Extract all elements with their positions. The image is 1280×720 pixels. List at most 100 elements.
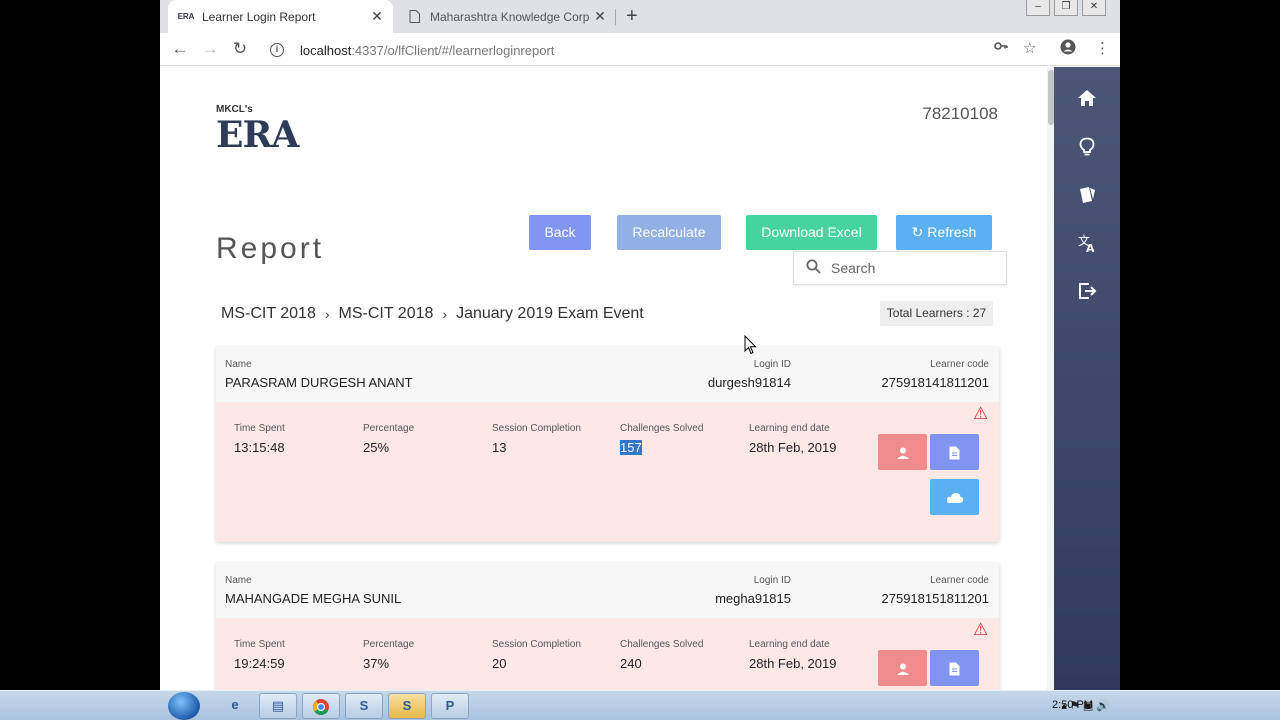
chrome-icon[interactable] (302, 693, 340, 719)
windows-start-button[interactable] (168, 692, 200, 720)
learner-card: Name MAHANGADE MEGHA SUNIL Login ID megh… (216, 563, 999, 690)
time-spent-value: 13:15:48 (234, 440, 285, 455)
app-icon[interactable]: S (345, 693, 383, 719)
new-tab-icon[interactable]: + (626, 5, 638, 28)
percentage-value: 25% (363, 440, 390, 455)
profile-icon[interactable] (1060, 39, 1076, 59)
era-logo: ERA (216, 114, 299, 156)
app-sidebar: 文A (1054, 67, 1120, 690)
challenges-solved-label: Challenges Solved (620, 423, 704, 434)
breadcrumb: MS-CIT 2018 › MS-CIT 2018 › January 2019… (221, 305, 644, 323)
percentage-value: 37% (363, 656, 390, 671)
restore-icon[interactable]: ❐ (1054, 0, 1078, 16)
close-window-icon[interactable]: ✕ (1082, 0, 1106, 16)
browser-window: ERA Learner Login Report ✕ Maharashtra K… (160, 0, 1120, 690)
challenges-solved-value: 240 (620, 656, 642, 671)
download-excel-button[interactable]: Download Excel (746, 215, 877, 250)
refresh-button[interactable]: ↻ Refresh (896, 215, 992, 250)
address-bar[interactable]: i localhost :4337/o/lfClient/#/learnerlo… (262, 37, 1052, 63)
cards-icon[interactable] (1054, 185, 1120, 211)
learning-end-date-value: 28th Feb, 2019 (749, 440, 837, 455)
learner-profile-button[interactable] (878, 434, 927, 470)
bookmark-star-icon[interactable]: ☆ (1023, 39, 1036, 57)
tab-learner-login-report[interactable]: ERA Learner Login Report ✕ (168, 0, 393, 33)
report-document-button[interactable] (930, 650, 979, 686)
total-learners-badge: Total Learners : 27 (880, 301, 993, 326)
file-explorer-icon[interactable]: ▤ (259, 693, 297, 719)
learner-card-body: Time Spent 19:24:59 Percentage 37% Sessi… (216, 618, 999, 690)
learner-card-header: Name MAHANGADE MEGHA SUNIL Login ID megh… (216, 563, 999, 618)
login-id-label: Login ID (753, 575, 791, 586)
tab-divider (615, 9, 616, 25)
learner-code-label: Learner code (930, 575, 989, 586)
info-icon[interactable]: i (270, 43, 284, 57)
desktop: ERA Learner Login Report ✕ Maharashtra K… (0, 0, 1280, 720)
warning-triangle-icon: ⚠ (973, 620, 989, 639)
close-tab-icon[interactable]: ✕ (367, 8, 387, 25)
session-completion-label: Session Completion (492, 423, 581, 434)
menu-kebab-icon[interactable]: ⋮ (1095, 39, 1110, 57)
name-label: Name (225, 575, 252, 586)
url-path: :4337/o/lfClient/#/learnerloginreport (351, 42, 555, 58)
learning-end-date-label: Learning end date (749, 639, 830, 650)
search-input[interactable] (831, 260, 991, 276)
session-completion-value: 20 (492, 656, 507, 671)
learner-code-label: Learner code (930, 359, 989, 370)
percentage-label: Percentage (363, 639, 415, 650)
refresh-label: Refresh (927, 224, 977, 240)
search-box[interactable] (793, 251, 1007, 285)
learning-end-date-label: Learning end date (749, 423, 830, 434)
recalculate-button[interactable]: Recalculate (617, 215, 721, 250)
chevron-right-icon: › (324, 306, 330, 322)
url-host: localhost (300, 42, 352, 58)
tab-label: Learner Login Report (202, 9, 316, 24)
learner-login-id: durgesh91814 (707, 375, 791, 390)
learner-code: 275918141811201 (881, 375, 990, 390)
cloud-sync-button[interactable] (930, 479, 979, 515)
search-icon (806, 259, 821, 278)
browser-toolbar: ← → ↻ i localhost :4337/o/lfClient/#/lea… (160, 33, 1120, 66)
back-button[interactable]: Back (529, 215, 591, 250)
close-tab-icon[interactable]: ✕ (590, 8, 610, 25)
session-completion-value: 13 (492, 440, 507, 455)
warning-triangle-icon: ⚠ (973, 404, 989, 423)
app-icon[interactable]: S (388, 693, 426, 719)
logout-icon[interactable] (1054, 281, 1120, 307)
app-icon[interactable]: P (431, 693, 469, 719)
clock[interactable]: 2:50 PM (1052, 699, 1093, 711)
back-arrow-icon[interactable]: ← (168, 38, 192, 62)
learning-end-date-value: 28th Feb, 2019 (749, 656, 837, 671)
learner-profile-button[interactable] (878, 650, 927, 686)
document-icon (406, 9, 422, 25)
page-title: Report (216, 232, 325, 265)
minimize-icon[interactable]: – (1026, 0, 1050, 16)
challenges-solved-label: Challenges Solved (620, 639, 704, 650)
tab-mkcl[interactable]: Maharashtra Knowledge Corpora ✕ (396, 0, 616, 33)
forward-arrow-icon[interactable]: → (198, 38, 222, 62)
login-id-label: Login ID (753, 359, 791, 370)
name-label: Name (225, 359, 252, 370)
learner-login-id: megha91815 (715, 591, 791, 606)
learner-card-header: Name PARASRAM DURGESH ANANT Login ID dur… (216, 347, 999, 402)
report-document-button[interactable] (930, 434, 979, 470)
os-taskbar: e ▤ S S P ▴ ⚑ ▣ 🔊 2:50 PM (0, 690, 1280, 720)
internet-explorer-icon[interactable]: e (216, 693, 254, 719)
key-icon[interactable] (994, 39, 1008, 57)
breadcrumb-item[interactable]: January 2019 Exam Event (456, 305, 644, 323)
translate-icon[interactable]: 文A (1054, 233, 1120, 259)
learner-name: MAHANGADE MEGHA SUNIL (225, 591, 402, 606)
lightbulb-icon[interactable] (1054, 137, 1120, 163)
chevron-right-icon: › (442, 306, 448, 322)
breadcrumb-item[interactable]: MS-CIT 2018 (221, 305, 316, 323)
learner-card-body: Time Spent 13:15:48 Percentage 25% Sessi… (216, 402, 999, 542)
svg-text:A: A (1086, 242, 1095, 253)
learner-card: Name PARASRAM DURGESH ANANT Login ID dur… (216, 347, 999, 542)
learner-name: PARASRAM DURGESH ANANT (225, 375, 413, 390)
time-spent-value: 19:24:59 (234, 656, 285, 671)
breadcrumb-item[interactable]: MS-CIT 2018 (339, 305, 434, 323)
refresh-icon: ↻ (911, 224, 924, 240)
home-icon[interactable] (1054, 89, 1120, 113)
percentage-label: Percentage (363, 423, 415, 434)
reload-icon[interactable]: ↻ (228, 38, 252, 62)
challenges-solved-value: 157 (620, 440, 642, 455)
